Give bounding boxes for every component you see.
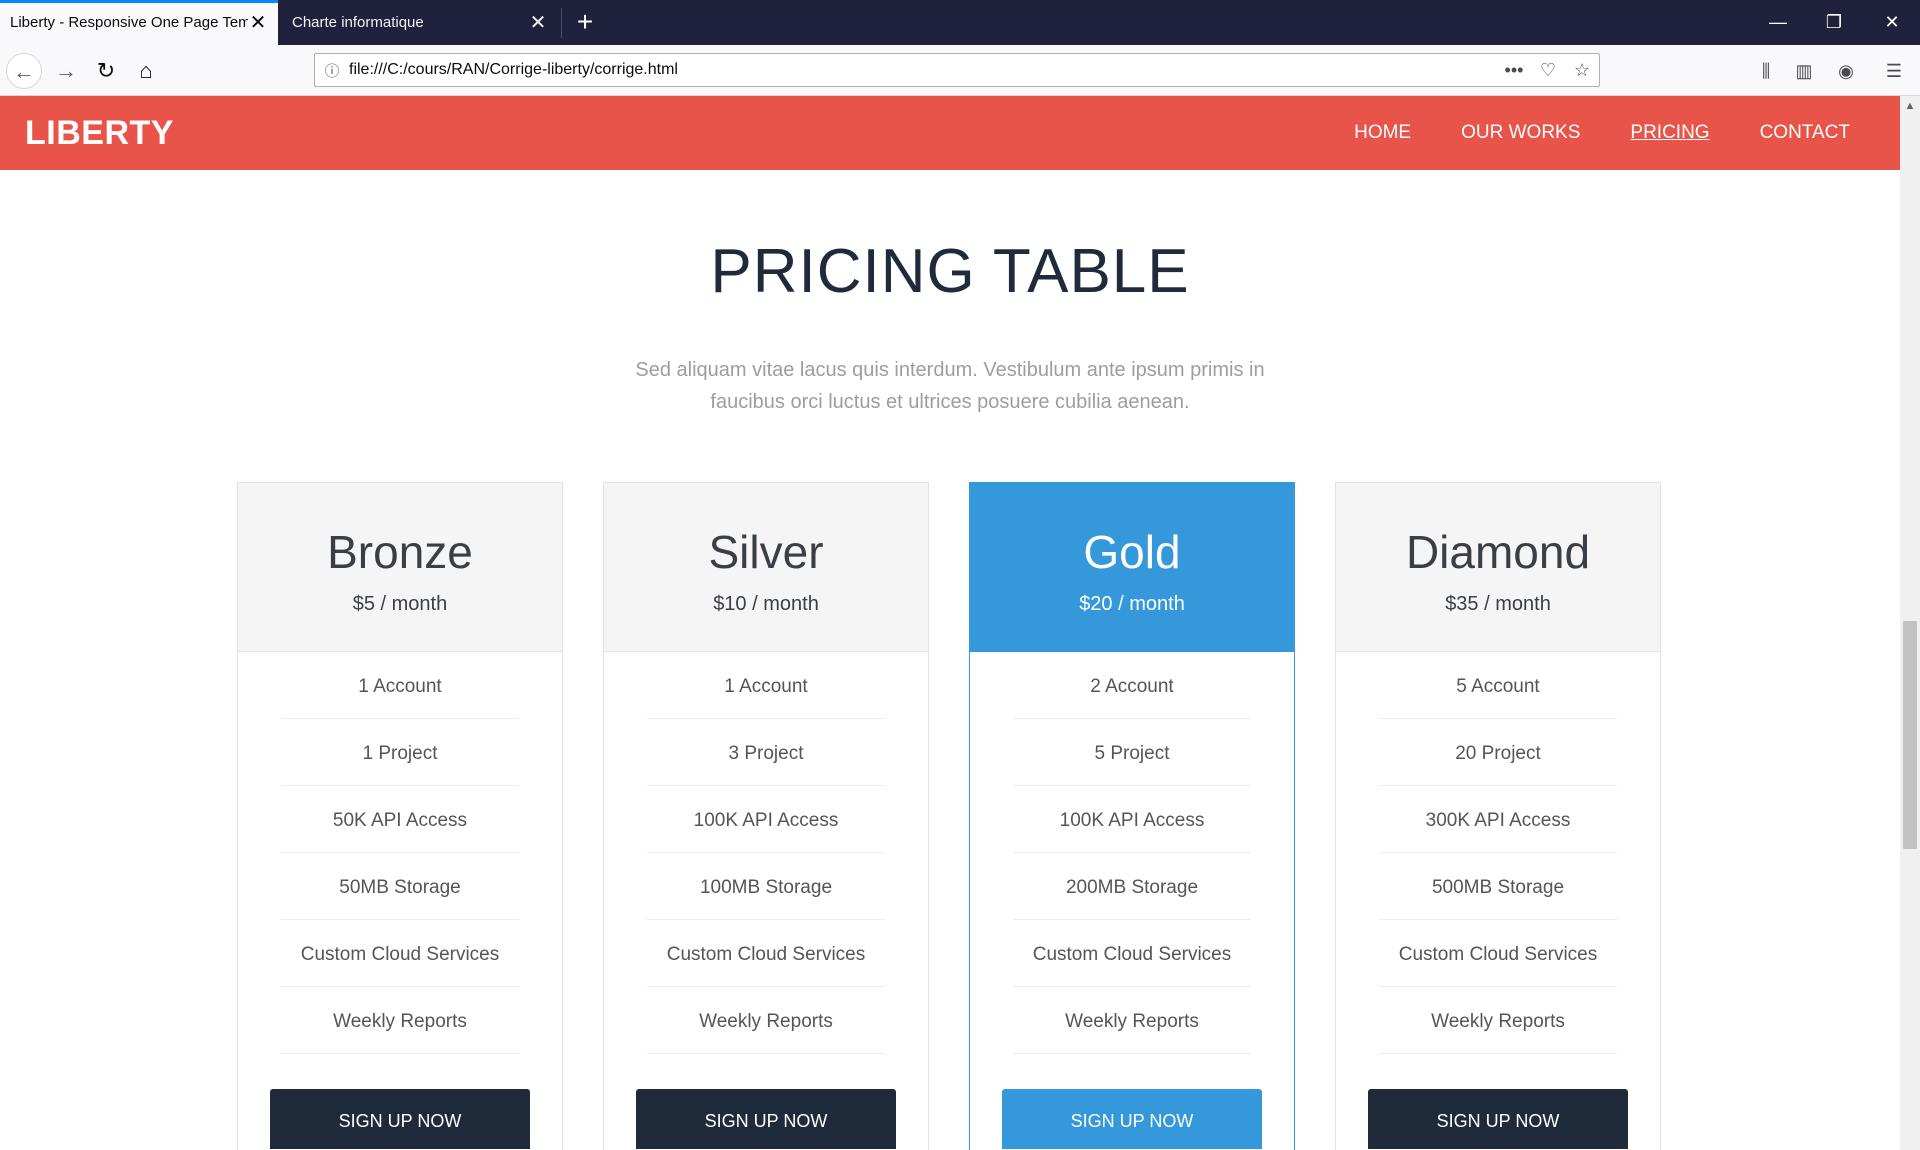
address-bar[interactable]: ⓘ file:///C:/cours/RAN/Corrige-liberty/c… [314,53,1600,87]
feature-item: 1 Project [281,719,519,786]
tab-charte-informatique[interactable]: Charte informatique ✕ [280,0,560,45]
feature-item: 500MB Storage [1379,853,1617,920]
tab-liberty[interactable]: Liberty - Responsive One Page Temp ✕ [0,0,278,45]
feature-list: 1 Account 1 Project 50K API Access 50MB … [281,652,519,1054]
tab-title: Charte informatique [292,14,424,31]
feature-list: 5 Account 20 Project 300K API Access 500… [1379,652,1617,1054]
sign-up-button[interactable]: SIGN UP NOW [1002,1089,1262,1149]
plan-header: Gold $20 / month [970,483,1294,652]
minimize-button[interactable]: — [1750,0,1806,45]
feature-item: Weekly Reports [1379,987,1617,1054]
hamburger-menu-icon[interactable]: ☰ [1880,57,1908,85]
feature-item: Weekly Reports [281,987,519,1054]
plan-price: $10 / month [713,593,819,615]
plan-card-gold: Gold $20 / month 2 Account 5 Project 100… [969,482,1295,1150]
back-button[interactable]: ← [6,53,42,89]
subtitle-line: faucibus orci luctus et ultrices posuere… [710,391,1190,413]
plan-header: Bronze $5 / month [238,483,562,652]
new-tab-button[interactable]: + [570,7,600,37]
feature-item: 1 Account [281,652,519,719]
browser-toolbar: ← → ↻ ⌂ ⓘ file:///C:/cours/RAN/Corrige-l… [0,45,1920,96]
feature-item: 3 Project [647,719,885,786]
account-icon[interactable]: ◉ [1832,57,1860,85]
menu-item-pricing[interactable]: PRICING [1630,96,1709,170]
feature-list: 2 Account 5 Project 100K API Access 200M… [1013,652,1251,1054]
plan-name: Bronze [327,526,473,578]
section-subtitle: Sed aliquam vitae lacus quis interdum. V… [610,354,1290,418]
plan-price: $5 / month [352,593,448,615]
pocket-icon[interactable]: ♡ [1531,60,1565,81]
feature-item: 5 Project [1013,719,1251,786]
close-icon[interactable]: ✕ [248,13,268,33]
plan-price: $20 / month [1079,593,1185,615]
site-logo[interactable]: LIBERTY [25,96,174,170]
feature-list: 1 Account 3 Project 100K API Access 100M… [647,652,885,1054]
site-header: LIBERTY HOME OUR WORKS PRICING CONTACT [0,96,1900,170]
library-icon[interactable]: ⫼ [1752,57,1780,85]
feature-item: Custom Cloud Services [647,920,885,987]
plan-header: Silver $10 / month [604,483,928,652]
feature-item: 100K API Access [1013,786,1251,853]
feature-item: 2 Account [1013,652,1251,719]
main-menu: HOME OUR WORKS PRICING CONTACT [1304,96,1850,170]
feature-item: 1 Account [647,652,885,719]
close-icon[interactable]: ✕ [528,13,548,33]
scroll-up-arrow-icon[interactable]: ▲ [1900,96,1920,116]
section-title: PRICING TABLE [710,237,1190,306]
feature-item: 5 Account [1379,652,1617,719]
feature-item: 20 Project [1379,719,1617,786]
home-button[interactable]: ⌂ [128,53,164,89]
plan-name: Diamond [1405,526,1591,578]
feature-item: 100K API Access [647,786,885,853]
tab-divider [561,8,562,38]
feature-item: Custom Cloud Services [1013,920,1251,987]
browser-tab-strip: Liberty - Responsive One Page Temp ✕ Cha… [0,0,1920,45]
page-actions-icon[interactable]: ••• [1497,60,1531,81]
feature-item: 200MB Storage [1013,853,1251,920]
sign-up-button[interactable]: SIGN UP NOW [636,1089,896,1149]
plan-card-silver: Silver $10 / month 1 Account 3 Project 1… [603,482,929,1150]
subtitle-line: Sed aliquam vitae lacus quis interdum. V… [635,359,1265,381]
plan-price: $35 / month [1445,593,1551,615]
sidebar-icon[interactable]: ▥ [1790,57,1818,85]
window-close-button[interactable]: ✕ [1864,0,1920,45]
plan-name: Silver [708,526,824,578]
reload-button[interactable]: ↻ [88,53,124,89]
feature-item: Custom Cloud Services [1379,920,1617,987]
tab-title: Liberty - Responsive One Page Temp [10,14,248,31]
plan-card-bronze: Bronze $5 / month 1 Account 1 Project 50… [237,482,563,1150]
feature-item: 300K API Access [1379,786,1617,853]
url-text[interactable]: file:///C:/cours/RAN/Corrige-liberty/cor… [349,61,1497,79]
info-icon[interactable]: ⓘ [315,60,349,81]
plan-header: Diamond $35 / month [1336,483,1660,652]
page-viewport: LIBERTY HOME OUR WORKS PRICING CONTACT P… [0,96,1900,1150]
plan-card-diamond: Diamond $35 / month 5 Account 20 Project… [1335,482,1661,1150]
menu-item-contact[interactable]: CONTACT [1760,96,1850,170]
feature-item: Custom Cloud Services [281,920,519,987]
menu-item-home[interactable]: HOME [1354,96,1411,170]
plan-name: Gold [1083,526,1181,578]
sign-up-button[interactable]: SIGN UP NOW [1368,1089,1628,1149]
feature-item: Weekly Reports [1013,987,1251,1054]
scrollbar-thumb[interactable] [1903,621,1917,849]
feature-item: 100MB Storage [647,853,885,920]
feature-item: 50MB Storage [281,853,519,920]
menu-item-our-works[interactable]: OUR WORKS [1461,96,1580,170]
sign-up-button[interactable]: SIGN UP NOW [270,1089,530,1149]
bookmark-star-icon[interactable]: ☆ [1565,60,1599,81]
forward-button[interactable]: → [48,53,84,89]
page-scrollbar[interactable]: ▲ [1900,96,1920,1150]
feature-item: Weekly Reports [647,987,885,1054]
restore-button[interactable]: ❐ [1806,0,1862,45]
feature-item: 50K API Access [281,786,519,853]
